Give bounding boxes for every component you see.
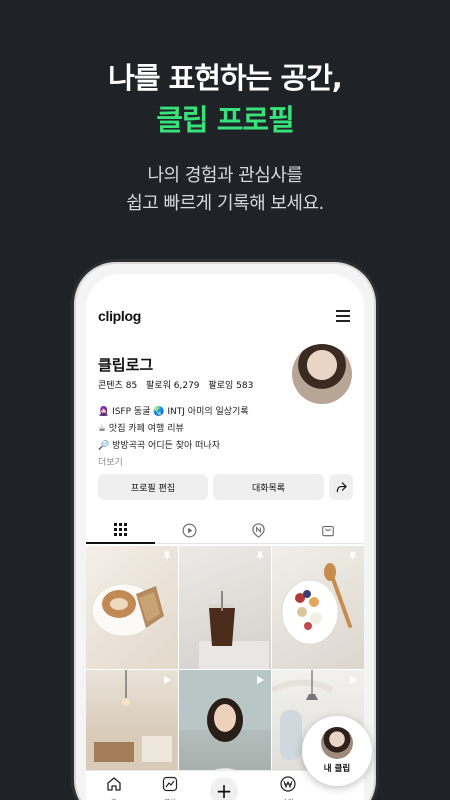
bio-line: 🔎 방방곡곡 어디든 찾아 떠나자 [98,441,221,451]
edit-profile-button[interactable]: 프로필 편집 [98,474,208,500]
play-badge-icon [164,676,171,684]
latte-toast-image [91,583,164,637]
stat-followers-label: 팔로워 [146,381,171,391]
hero-subtitle-line1: 나의 경험과 관심사를 [147,165,303,186]
bio-more-link[interactable]: 더보기 [98,455,249,472]
app-logo: cliplog [98,308,142,324]
my-clip-label: 내 클립 [323,764,351,774]
my-clip-button[interactable]: 내 클립 [302,716,372,786]
profile-actions: 프로필 편집 대화목록 [98,474,353,500]
chat-list-button[interactable]: 대화목록 [213,474,324,500]
hero-section: 나를 표현하는 공간, 클립 프로필 나의 경험과 관심사를 쉽고 빠르게 기록… [0,58,450,218]
bio-line: ☕ 맛집 카페 여행 리뷰 [98,424,184,434]
stat-followers[interactable]: 팔로워 6,279 [146,381,199,391]
pin-icon [256,551,264,561]
stat-contents-label: 콘텐츠 [98,381,123,391]
stat-following-label: 팔로잉 [208,381,234,391]
tab-naver[interactable] [224,516,293,544]
bio-line: 🧕🏻 ISFP 동굴 🌏 INTJ 아미의 일상기록 [98,407,249,417]
profile-avatar[interactable] [292,344,352,404]
profile-name: 클립로그 [98,356,154,374]
my-clip-avatar [321,727,353,759]
grid-item-iced-coffee[interactable] [179,546,271,669]
grid-item-fruit-plate[interactable] [272,546,364,669]
nav-analytics[interactable]: 분석 [150,775,190,800]
nav-home[interactable]: 홈 [94,775,134,800]
pin-icon [163,551,171,561]
content-tabs [86,516,364,544]
tab-grid[interactable] [86,516,155,544]
bag-icon [321,525,334,537]
iced-coffee-image [199,591,269,669]
stat-contents-value: 85 [125,381,138,391]
add-clip-button[interactable]: + [210,777,238,800]
won-icon [280,776,296,792]
share-button[interactable] [329,474,353,500]
hero-highlight: 클립 프로필 [156,103,295,137]
play-badge-icon [257,676,264,684]
fruit-plate-image [281,563,352,645]
stat-following[interactable]: 팔로잉 583 [208,381,253,391]
profile-stats: 콘텐츠 85 팔로워 6,279 팔로잉 583 [98,378,259,391]
share-icon [336,481,347,492]
n-badge-icon [252,522,265,538]
hero-subtitle: 나의 경험과 관심사를 쉽고 빠르게 기록해 보세요. [0,162,450,218]
stat-contents[interactable]: 콘텐츠 85 [98,381,137,391]
top-bar: cliplog [98,306,352,328]
stat-followers-value: 6,279 [173,381,200,391]
nav-revenue[interactable]: 수익 [268,775,308,800]
tab-video[interactable] [155,516,224,544]
play-badge-icon [350,676,357,684]
stat-following-value: 583 [236,381,254,391]
grid-item-latte-toast[interactable] [86,546,178,669]
tab-shop[interactable] [293,516,362,544]
chart-icon [162,776,178,792]
hero-subtitle-line2: 쉽고 빠르게 기록해 보세요. [126,193,324,214]
grid-icon [114,522,127,536]
profile-bio: 🧕🏻 ISFP 동굴 🌏 INTJ 아미의 일상기록 ☕ 맛집 카페 여행 리뷰… [98,404,249,472]
play-icon [182,523,197,537]
plus-icon: + [215,779,233,800]
home-icon [107,777,121,791]
hero-title: 나를 표현하는 공간, [108,61,343,95]
menu-icon[interactable] [336,310,350,322]
pin-icon [349,551,357,561]
